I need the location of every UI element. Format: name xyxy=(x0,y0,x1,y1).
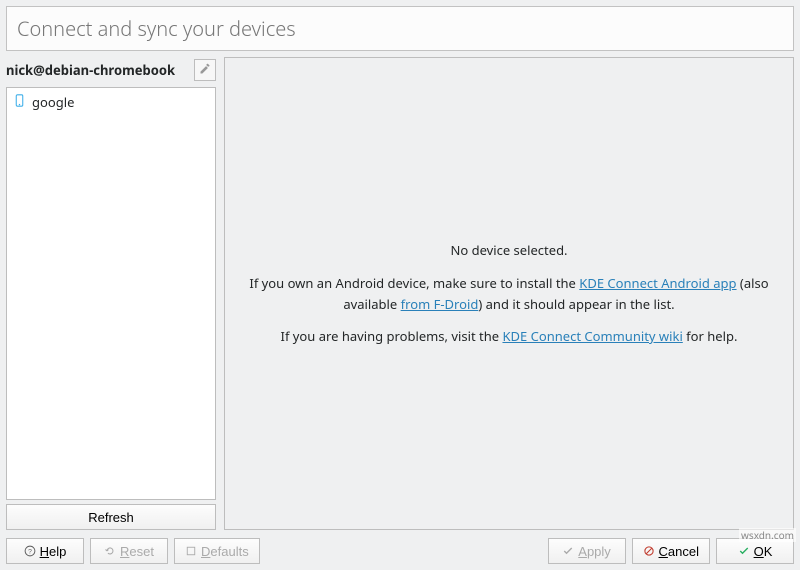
refresh-button[interactable]: Refresh xyxy=(6,504,216,530)
no-device-text: No device selected. xyxy=(450,240,567,261)
page-title: Connect and sync your devices xyxy=(17,15,783,42)
main-panel: No device selected. If you own an Androi… xyxy=(224,57,794,530)
install-hint: If you own an Android device, make sure … xyxy=(245,273,773,315)
defaults-button[interactable]: Defaults xyxy=(174,538,260,564)
problems-hint: If you are having problems, visit the KD… xyxy=(281,326,738,347)
pencil-icon xyxy=(199,63,211,78)
reset-button[interactable]: Reset xyxy=(90,538,168,564)
link-community-wiki[interactable]: KDE Connect Community wiki xyxy=(502,327,682,345)
cancel-icon xyxy=(643,545,655,557)
link-android-app[interactable]: KDE Connect Android app xyxy=(579,274,736,292)
help-button[interactable]: ? Help xyxy=(6,538,84,564)
device-list[interactable]: google xyxy=(6,87,216,500)
ok-icon xyxy=(738,545,750,557)
help-icon: ? xyxy=(24,545,36,557)
defaults-icon xyxy=(185,545,197,557)
button-bar: ? Help Reset Defaults Apply xyxy=(6,538,794,564)
sidebar: nick@debian-chromebook google Refresh xyxy=(6,57,216,530)
cancel-button[interactable]: Cancel xyxy=(632,538,710,564)
link-fdroid[interactable]: from F-Droid xyxy=(401,295,479,313)
edit-host-button[interactable] xyxy=(194,59,216,81)
device-name: google xyxy=(32,93,74,111)
title-bar: Connect and sync your devices xyxy=(6,6,794,51)
watermark: wsxdn.com xyxy=(739,528,796,542)
host-label: nick@debian-chromebook xyxy=(6,61,190,79)
device-item[interactable]: google xyxy=(9,90,213,114)
svg-text:?: ? xyxy=(28,548,32,555)
undo-icon xyxy=(104,545,116,557)
phone-icon xyxy=(13,93,26,111)
check-icon xyxy=(562,545,574,557)
apply-button[interactable]: Apply xyxy=(548,538,626,564)
